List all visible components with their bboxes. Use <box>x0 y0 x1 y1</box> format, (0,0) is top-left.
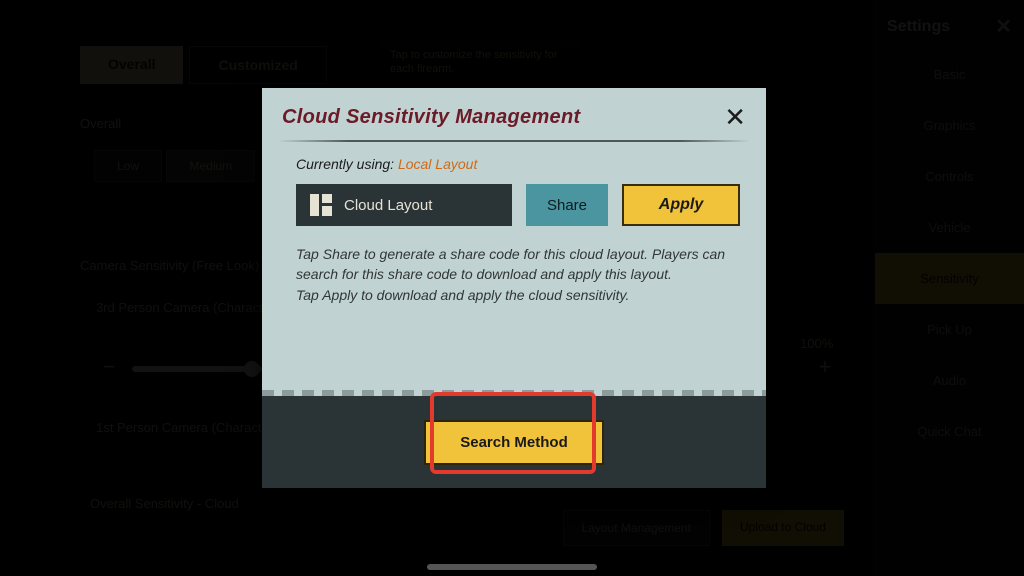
search-method-button[interactable]: Search Method <box>424 420 604 465</box>
home-indicator <box>427 564 597 570</box>
currently-using-value: Local Layout <box>398 156 477 172</box>
apply-button[interactable]: Apply <box>622 184 740 226</box>
modal-description: Tap Share to generate a share code for t… <box>296 244 740 305</box>
currently-using-prefix: Currently using: <box>296 156 398 172</box>
currently-using-label: Currently using: Local Layout <box>296 156 740 172</box>
cloud-layout-label: Cloud Layout <box>344 197 432 214</box>
layout-grid-icon <box>310 194 332 216</box>
modal-divider <box>278 140 750 142</box>
cloud-layout-dropdown[interactable]: Cloud Layout <box>296 184 512 226</box>
desc-line-2: Tap Apply to download and apply the clou… <box>296 285 740 305</box>
modal-title: Cloud Sensitivity Management <box>282 106 580 129</box>
modal-close-icon[interactable]: ✕ <box>724 104 746 130</box>
cloud-sensitivity-modal: Cloud Sensitivity Management ✕ Currently… <box>262 88 766 488</box>
desc-line-1: Tap Share to generate a share code for t… <box>296 244 740 285</box>
share-button[interactable]: Share <box>526 184 608 226</box>
modal-bottom-strip: Search Method <box>262 396 766 488</box>
